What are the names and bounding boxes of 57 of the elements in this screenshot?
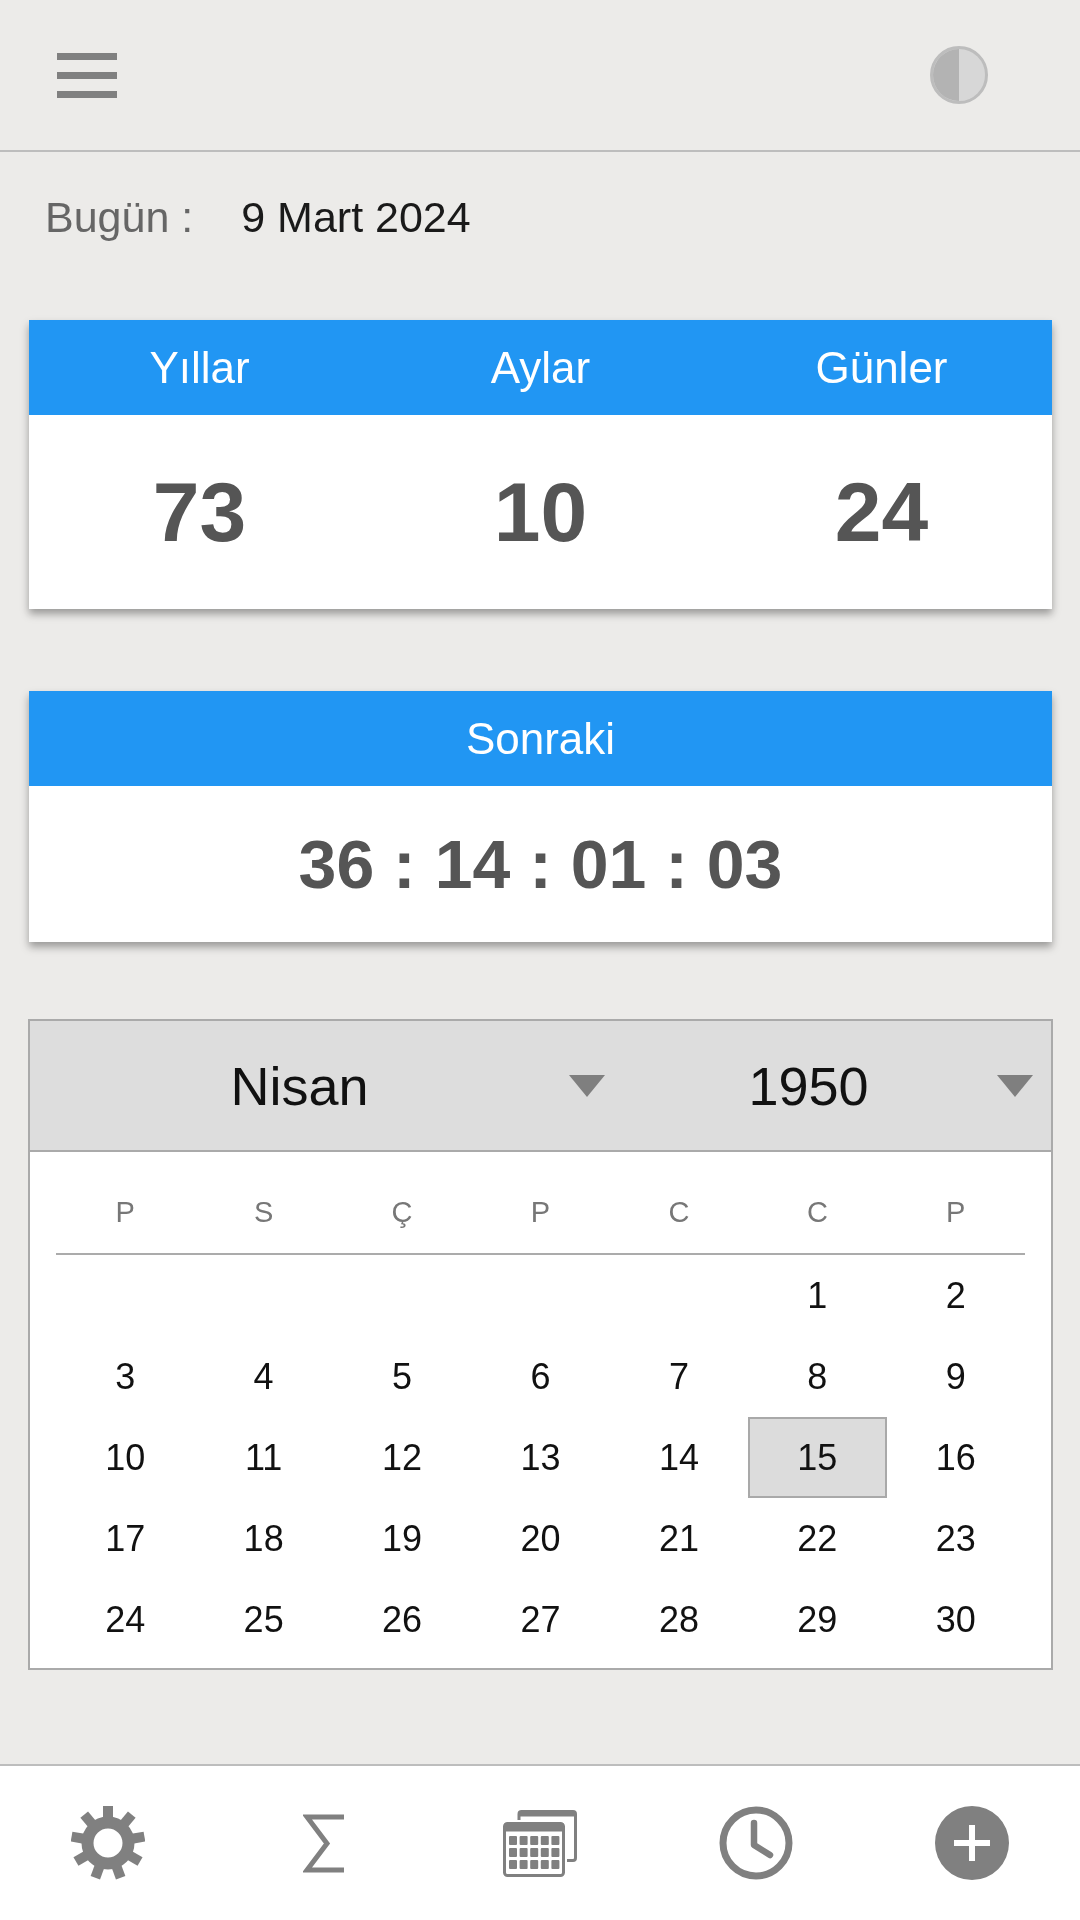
unit-value: 10 bbox=[493, 470, 588, 554]
unit-label: Aylar bbox=[490, 342, 591, 393]
year-dropdown[interactable]: 1950 bbox=[620, 1021, 1051, 1150]
add-icon[interactable] bbox=[935, 1806, 1009, 1880]
calendar-day[interactable]: 5 bbox=[332, 1336, 472, 1417]
calendar-day[interactable]: 29 bbox=[748, 1579, 887, 1660]
calendar-icon[interactable] bbox=[503, 1809, 577, 1877]
calendar-day[interactable]: 16 bbox=[886, 1417, 1025, 1498]
menu-icon[interactable] bbox=[57, 52, 117, 98]
card-header: Sonraki bbox=[29, 691, 1052, 786]
calendar-day[interactable]: 26 bbox=[332, 1579, 472, 1660]
calendar-day[interactable]: 28 bbox=[609, 1579, 749, 1660]
calendar-day[interactable]: 25 bbox=[194, 1579, 333, 1660]
calendar-day[interactable]: 3 bbox=[56, 1336, 195, 1417]
calendar-day[interactable]: 27 bbox=[471, 1579, 610, 1660]
calendar-day[interactable]: 14 bbox=[609, 1417, 749, 1498]
calendar-day[interactable]: 18 bbox=[194, 1498, 333, 1579]
unit-value: 73 bbox=[152, 470, 247, 554]
calendar-day[interactable]: 12 bbox=[332, 1417, 472, 1498]
weekday-label: Ç bbox=[390, 1195, 414, 1230]
calendar-day[interactable]: 17 bbox=[56, 1498, 195, 1579]
weekday-label: S bbox=[252, 1195, 275, 1230]
weekday-label: C bbox=[805, 1195, 829, 1230]
calendar-day[interactable]: 7 bbox=[609, 1336, 749, 1417]
calendar-day[interactable]: 30 bbox=[886, 1579, 1025, 1660]
calendar-day[interactable]: 11 bbox=[194, 1417, 333, 1498]
calendar-day[interactable]: 24 bbox=[56, 1579, 195, 1660]
caret-icon bbox=[569, 1074, 605, 1097]
calendar-day[interactable]: 19 bbox=[332, 1498, 472, 1579]
calendar-day[interactable]: 2 bbox=[886, 1255, 1025, 1336]
unit-value: 24 bbox=[834, 470, 929, 554]
calendar-day[interactable]: 13 bbox=[471, 1417, 610, 1498]
calendar-day[interactable]: 23 bbox=[886, 1498, 1025, 1579]
calendar-day[interactable]: 15 bbox=[748, 1417, 887, 1498]
today-label: Bugün : bbox=[45, 192, 194, 242]
caret-icon bbox=[997, 1074, 1033, 1097]
weekday-label: P bbox=[945, 1195, 967, 1230]
calendar-day[interactable]: 10 bbox=[56, 1417, 195, 1498]
today-date: 9 Mart 2024 bbox=[241, 192, 471, 242]
month-dropdown[interactable]: Nisan bbox=[30, 1021, 620, 1150]
calendar-day[interactable]: 22 bbox=[748, 1498, 887, 1579]
calendar-day[interactable]: 21 bbox=[609, 1498, 749, 1579]
calendar-day[interactable]: 9 bbox=[886, 1336, 1025, 1417]
countdown-text: 36 : 14 : 01 : 03 bbox=[298, 830, 783, 898]
unit-label: Yıllar bbox=[149, 342, 250, 393]
clock-icon[interactable] bbox=[719, 1806, 793, 1880]
weekday-label: P bbox=[529, 1195, 552, 1230]
calendar-day[interactable]: 20 bbox=[471, 1498, 610, 1579]
calendar-day[interactable]: 6 bbox=[471, 1336, 610, 1417]
weekday-label: P bbox=[114, 1195, 136, 1230]
calendar-day[interactable]: 4 bbox=[194, 1336, 333, 1417]
unit-label: Günler bbox=[815, 342, 948, 393]
sigma-icon[interactable] bbox=[303, 1813, 345, 1873]
weekday-label: C bbox=[667, 1195, 691, 1230]
calendar-day[interactable]: 8 bbox=[748, 1336, 887, 1417]
calendar-day[interactable]: 1 bbox=[748, 1255, 887, 1336]
settings-icon[interactable] bbox=[71, 1806, 145, 1880]
